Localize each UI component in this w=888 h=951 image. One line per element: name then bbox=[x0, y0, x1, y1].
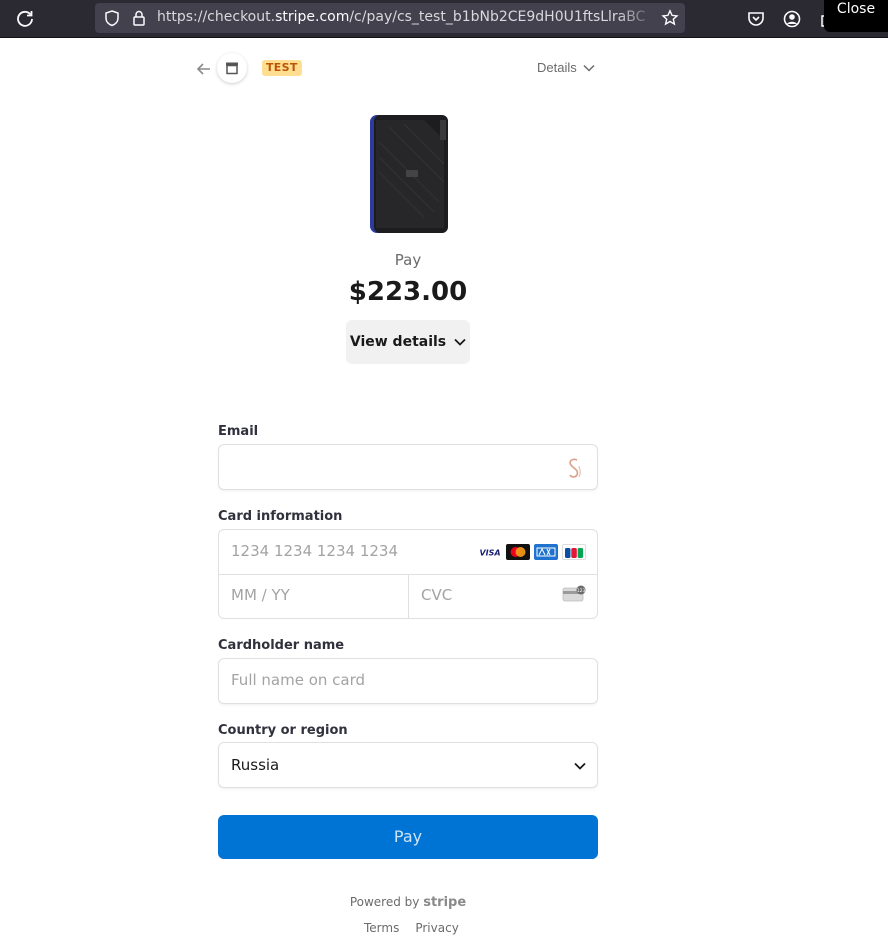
svg-text:123: 123 bbox=[577, 588, 586, 594]
cardholder-name-placeholder: Full name on card bbox=[231, 671, 366, 689]
visa-icon: VISA bbox=[478, 544, 502, 560]
privacy-link[interactable]: Privacy bbox=[415, 921, 458, 935]
card-information-group: 1234 1234 1234 1234 VISA MM / YY CVC 123 bbox=[218, 529, 598, 619]
address-bar[interactable]: https://checkout.stripe.com/c/pay/cs_tes… bbox=[95, 3, 685, 33]
email-label: Email bbox=[218, 424, 259, 439]
footer-links: Terms Privacy bbox=[364, 921, 459, 935]
card-column-divider bbox=[408, 574, 409, 619]
browser-toolbar: https://checkout.stripe.com/c/pay/cs_tes… bbox=[0, 0, 888, 38]
url-prefix: https://checkout. bbox=[157, 9, 276, 25]
view-details-label: View details bbox=[349, 334, 447, 350]
tracking-protection-icon[interactable] bbox=[103, 9, 121, 27]
country-label: Country or region bbox=[218, 723, 348, 738]
url-text[interactable]: https://checkout.stripe.com/c/pay/cs_tes… bbox=[157, 9, 645, 25]
powered-by-stripe[interactable]: Powered by stripe bbox=[0, 895, 816, 910]
expiry-input[interactable]: MM / YY bbox=[231, 586, 290, 604]
link-autofill-icon[interactable] bbox=[563, 456, 585, 480]
email-field[interactable] bbox=[218, 444, 598, 490]
cardholder-name-field[interactable]: Full name on card bbox=[218, 658, 598, 704]
country-value: Russia bbox=[231, 756, 280, 774]
stripe-logo: stripe bbox=[423, 895, 467, 910]
chevron-down-icon bbox=[583, 64, 595, 72]
details-label: Details bbox=[537, 60, 577, 75]
card-number-input[interactable]: 1234 1234 1234 1234 bbox=[231, 542, 398, 560]
jcb-icon bbox=[562, 544, 586, 560]
svg-text:VISA: VISA bbox=[479, 549, 500, 558]
pay-label: Pay bbox=[394, 251, 422, 269]
url-host: stripe.com bbox=[275, 9, 350, 25]
country-select[interactable]: Russia bbox=[218, 742, 598, 788]
test-mode-badge: TEST bbox=[262, 60, 302, 76]
total-amount: $223.00 bbox=[348, 277, 468, 307]
terms-link[interactable]: Terms bbox=[364, 921, 399, 935]
url-fade bbox=[617, 3, 657, 33]
store-icon bbox=[226, 62, 238, 75]
close-button[interactable]: Close bbox=[824, 0, 888, 32]
chevron-down-icon bbox=[574, 762, 586, 770]
reload-icon[interactable] bbox=[14, 8, 36, 30]
pocket-icon[interactable] bbox=[746, 9, 766, 29]
mastercard-icon bbox=[506, 544, 530, 560]
chevron-down-icon bbox=[454, 338, 466, 346]
bookmark-star-icon[interactable] bbox=[661, 9, 679, 27]
account-icon[interactable] bbox=[782, 9, 802, 29]
store-avatar[interactable] bbox=[217, 53, 247, 83]
lock-icon[interactable] bbox=[130, 9, 148, 27]
cvc-input[interactable]: CVC bbox=[421, 586, 452, 604]
powered-by-label: Powered by bbox=[349, 895, 420, 909]
amex-icon bbox=[534, 544, 558, 560]
card-information-label: Card information bbox=[218, 509, 343, 524]
url-path: /c/pay/cs_test_b1bNb2CE9dH0U1ftsLlraBC bbox=[349, 9, 646, 25]
view-details-button[interactable]: View details bbox=[346, 320, 470, 364]
cardholder-name-label: Cardholder name bbox=[218, 638, 345, 653]
back-arrow-icon[interactable] bbox=[194, 59, 214, 79]
product-image bbox=[370, 115, 448, 233]
details-toggle[interactable]: Details bbox=[537, 60, 595, 75]
cvc-card-icon: 123 bbox=[562, 585, 586, 602]
pay-button[interactable]: Pay bbox=[218, 815, 598, 859]
